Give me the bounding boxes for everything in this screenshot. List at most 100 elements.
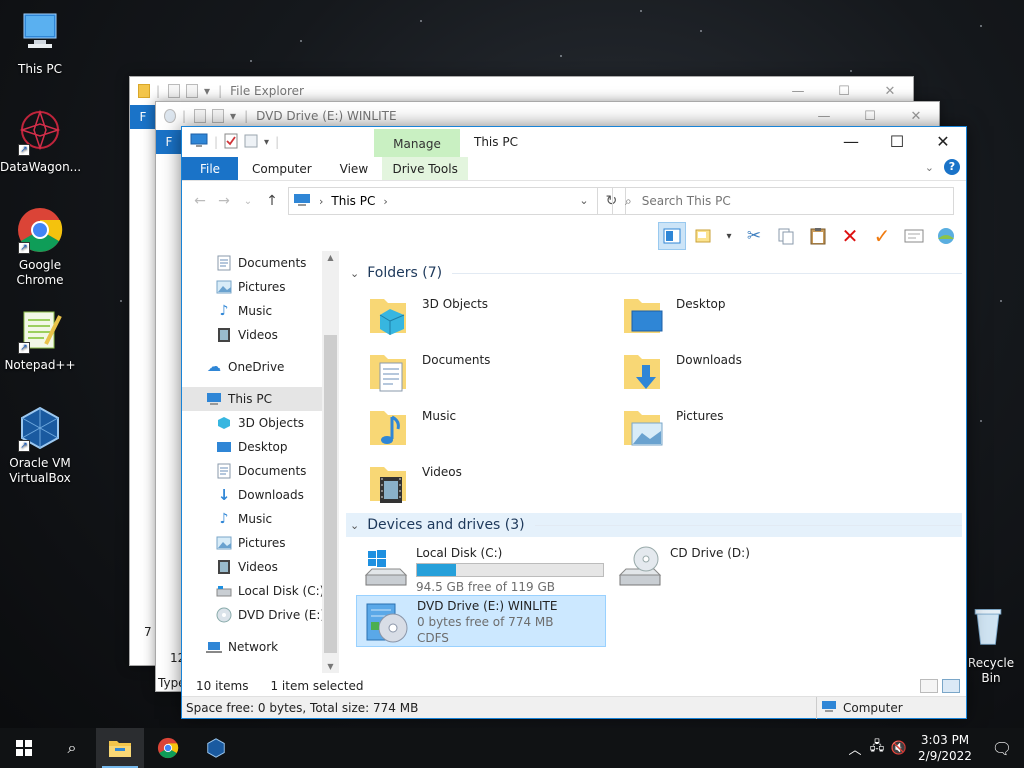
volume-muted-icon[interactable]: 🔇 [888, 741, 910, 756]
desktop-icon-this-pc[interactable]: This PC [0, 10, 80, 77]
close-button[interactable]: ✕ [920, 127, 966, 157]
search-button[interactable]: ⌕ [48, 728, 96, 768]
new-item-icon[interactable] [690, 222, 718, 250]
folder-item-downloads[interactable]: Downloads [596, 347, 836, 399]
search-input[interactable] [641, 194, 922, 208]
file-tab[interactable]: F [130, 105, 156, 129]
sidebar-item-downloads[interactable]: ↓ Downloads [182, 483, 338, 507]
tab-view[interactable]: View [326, 157, 382, 180]
manage-context-tab[interactable]: Manage [374, 129, 460, 157]
scroll-down-icon[interactable]: ▼ [322, 662, 339, 671]
properties-card-icon[interactable] [900, 222, 928, 250]
notification-center-icon[interactable]: 🗨 [980, 739, 1024, 758]
desktop-icon-chrome[interactable]: ↗ Google Chrome [0, 206, 80, 288]
expand-ribbon-icon[interactable]: ⌄ [925, 161, 934, 174]
maximize-button[interactable]: ☐ [821, 84, 867, 99]
preview-pane-icon[interactable] [658, 222, 686, 250]
close-button[interactable]: ✕ [893, 109, 939, 124]
file-explorer-window[interactable]: | ▾ | Manage This PC — ☐ ✕ File Computer… [181, 126, 967, 719]
show-hidden-icons-chevron-icon[interactable]: ︿ [844, 739, 866, 758]
group-header-devices[interactable]: ⌄ Devices and drives (3) [346, 513, 962, 537]
content-pane[interactable]: ⌄ Folders (7) 3D Objects Desktop Documen… [342, 251, 964, 673]
start-button[interactable] [0, 728, 48, 768]
sidebar-item-videos-quick[interactable]: Videos [182, 323, 338, 347]
search-box[interactable]: ⌕ [612, 187, 954, 215]
sidebar-item-local-disk[interactable]: Local Disk (C:) [182, 579, 338, 603]
sidebar-item-music-quick[interactable]: ♪ Music [182, 299, 338, 323]
copy-icon[interactable] [772, 222, 800, 250]
address-bar[interactable]: › This PC › ⌄ [288, 187, 598, 215]
minimize-button[interactable]: — [828, 127, 874, 157]
chevron-down-icon[interactable]: ⌄ [350, 519, 359, 532]
folder-item-documents[interactable]: Documents [342, 347, 582, 399]
breadcrumb-separator-icon[interactable]: › [383, 195, 387, 208]
new-folder-icon[interactable] [244, 133, 258, 152]
sidebar-item-dvd-drive[interactable]: DVD Drive (E:) W [182, 603, 338, 627]
sidebar-item-pictures-pinned[interactable]: Pictures 📌 [182, 275, 338, 299]
rename-check-icon[interactable]: ✓ [868, 222, 896, 250]
minimize-button[interactable]: — [775, 84, 821, 99]
drive-item-dvd-drive-e[interactable]: DVD Drive (E:) WINLITE 0 bytes free of 7… [356, 595, 606, 647]
folder-label: Videos [422, 465, 462, 479]
sidebar-item-3d-objects[interactable]: 3D Objects [182, 411, 338, 435]
taskbar-file-explorer[interactable] [96, 728, 144, 768]
close-button[interactable]: ✕ [867, 84, 913, 99]
sidebar-item-label: Local Disk (C:) [238, 584, 325, 598]
chevron-down-icon[interactable]: ⌄ [350, 267, 359, 280]
network-icon[interactable]: 🖧 [866, 737, 888, 759]
minimize-button[interactable]: — [801, 109, 847, 124]
desktop-icon-datawagon[interactable]: ↗ DataWagon... [0, 108, 81, 175]
sidebar-item-documents[interactable]: Documents [182, 459, 338, 483]
up-arrow-icon[interactable]: ↑ [260, 193, 284, 209]
drive-item-local-disk-c[interactable]: Local Disk (C:) 94.5 GB free of 119 GB [356, 543, 606, 595]
dropdown-arrow-icon[interactable]: ▾ [722, 222, 736, 250]
scrollbar-thumb[interactable] [324, 335, 337, 653]
desktop-icon-virtualbox[interactable]: ↗ Oracle VM VirtualBox [0, 404, 80, 486]
file-tab[interactable]: F [156, 130, 182, 154]
sidebar-item-music[interactable]: ♪ Music [182, 507, 338, 531]
maximize-button[interactable]: ☐ [847, 109, 893, 124]
tab-file[interactable]: File [182, 157, 238, 180]
desktop-icon-notepadpp[interactable]: ↗ Notepad++ [0, 306, 80, 373]
navigation-scrollbar[interactable]: ▲ ▼ [322, 251, 339, 673]
cut-icon[interactable]: ✂ [740, 222, 768, 250]
back-arrow-icon[interactable]: ← [188, 193, 212, 209]
maximize-button[interactable]: ☐ [874, 127, 920, 157]
sidebar-item-desktop[interactable]: Desktop [182, 435, 338, 459]
network-globe-icon[interactable] [932, 222, 960, 250]
clock[interactable]: 3:03 PM 2/9/2022 [910, 732, 980, 764]
details-view-icon[interactable] [920, 679, 938, 693]
paste-icon[interactable] [804, 222, 832, 250]
folder-icon [138, 84, 150, 98]
sidebar-item-onedrive[interactable]: ☁ OneDrive [182, 355, 338, 379]
breadcrumb-this-pc[interactable]: This PC [331, 194, 375, 208]
folder-item-music[interactable]: Music [342, 403, 582, 455]
properties-icon[interactable] [224, 133, 238, 152]
title-bar[interactable]: | ▾ | Manage This PC — ☐ ✕ [182, 127, 966, 157]
customize-quick-access-icon[interactable]: ▾ [264, 137, 269, 148]
tab-computer[interactable]: Computer [238, 157, 326, 180]
large-icons-view-icon[interactable] [942, 679, 960, 693]
address-dropdown-icon[interactable]: ⌄ [571, 188, 597, 214]
forward-arrow-icon[interactable]: → [212, 193, 236, 209]
folder-item-pictures[interactable]: Pictures [596, 403, 836, 455]
recent-locations-icon[interactable]: ⌄ [236, 196, 260, 207]
folder-item-videos[interactable]: Videos [342, 459, 582, 511]
delete-icon[interactable]: ✕ [836, 222, 864, 250]
help-icon[interactable]: ? [944, 159, 960, 175]
sidebar-item-network[interactable]: Network [182, 635, 338, 659]
scroll-up-icon[interactable]: ▲ [322, 253, 339, 262]
sidebar-item-pictures[interactable]: Pictures [182, 531, 338, 555]
sidebar-item-this-pc[interactable]: This PC [182, 387, 338, 411]
sidebar-item-videos[interactable]: Videos [182, 555, 338, 579]
sidebar-item-documents-pinned[interactable]: Documents 📌 [182, 251, 338, 275]
folder-item-3d-objects[interactable]: 3D Objects [342, 291, 582, 343]
taskbar-virtualbox[interactable] [192, 728, 240, 768]
drive-item-cd-drive-d[interactable]: CD Drive (D:) [610, 543, 860, 595]
taskbar-chrome[interactable] [144, 728, 192, 768]
navigation-pane[interactable]: Documents 📌 Pictures 📌 ♪ Music Videos ☁ … [182, 251, 338, 673]
folder-item-desktop[interactable]: Desktop [596, 291, 836, 343]
group-header-folders[interactable]: ⌄ Folders (7) [346, 261, 962, 285]
breadcrumb-separator-icon[interactable]: › [319, 195, 323, 208]
tab-drive-tools[interactable]: Drive Tools [382, 157, 469, 180]
